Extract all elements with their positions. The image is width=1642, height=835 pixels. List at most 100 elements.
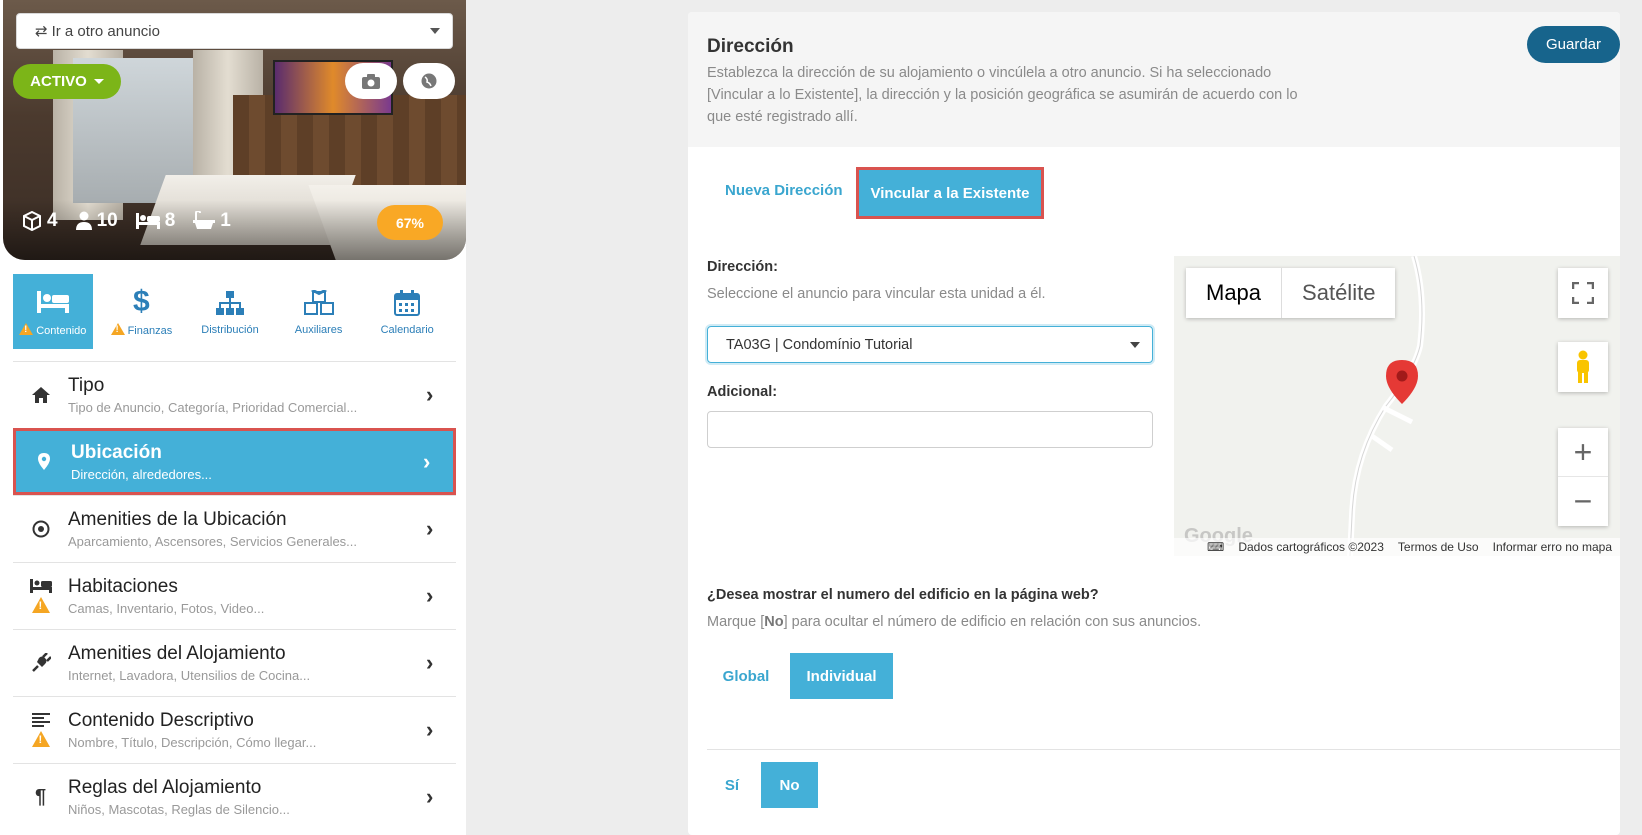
additional-input[interactable] bbox=[707, 411, 1153, 448]
user-icon bbox=[75, 211, 92, 230]
bed-icon bbox=[36, 291, 69, 313]
tab-finanzas[interactable]: $ Finanzas bbox=[102, 274, 182, 349]
menu-item-subtitle: Internet, Lavadora, Utensilios de Cocina… bbox=[68, 668, 311, 683]
address-label: Dirección: bbox=[707, 259, 778, 275]
menu-item-title: Habitaciones bbox=[68, 576, 178, 597]
menu-item-title: Amenities del Alojamiento bbox=[68, 643, 286, 664]
paragraph-icon: ¶ bbox=[34, 785, 47, 808]
chevron-right-icon: › bbox=[426, 784, 434, 809]
menu-item-amenities-ubicacion[interactable]: Amenities de la Ubicación Aparcamiento, A… bbox=[13, 495, 456, 562]
bed-icon bbox=[135, 213, 160, 229]
baths-count: 1 bbox=[220, 210, 231, 231]
divider bbox=[707, 749, 1620, 750]
menu-item-amenities-alojamiento[interactable]: Amenities del Alojamiento Internet, Lavad… bbox=[13, 629, 456, 696]
building-number-hint: Marque [No] para ocultar el número de ed… bbox=[707, 614, 1201, 630]
tab-auxiliares-label: Auxiliares bbox=[294, 324, 343, 336]
chevron-right-icon: › bbox=[426, 650, 434, 675]
menu-item-title: Reglas del Alojamiento bbox=[68, 777, 262, 798]
menu-item-title: Ubicación bbox=[71, 441, 162, 463]
map-attribution: Dados cartográficos ©2023 bbox=[1238, 540, 1384, 554]
zoom-control: + − bbox=[1558, 428, 1608, 526]
tab-auxiliares[interactable]: Auxiliares bbox=[279, 274, 359, 349]
globe-button[interactable] bbox=[403, 63, 455, 99]
warning-icon bbox=[31, 597, 50, 613]
listing-sidebar: ⇄ Ir a otro anuncio ACTIVO 4 10 8 1 67% bbox=[0, 0, 466, 835]
keyboard-icon[interactable]: ⌨ bbox=[1207, 540, 1224, 554]
warning-icon bbox=[31, 731, 50, 747]
menu-item-reglas[interactable]: ¶ Reglas del Alojamiento Niños, Mascotas,… bbox=[13, 763, 456, 830]
tab-contenido[interactable]: Contenido bbox=[13, 274, 93, 349]
target-icon bbox=[32, 520, 49, 538]
menu-item-tipo[interactable]: Tipo Tipo de Anuncio, Categoría, Priorida… bbox=[13, 361, 456, 428]
baths-stat: 1 bbox=[193, 210, 231, 232]
map-type-control: Mapa Satélite bbox=[1186, 268, 1396, 318]
scope-individual-button[interactable]: Individual bbox=[790, 653, 893, 699]
tab-new-address[interactable]: Nueva Dirección bbox=[725, 182, 843, 199]
menu-item-subtitle: Niños, Mascotas, Reglas de Silencio... bbox=[68, 802, 290, 817]
sitemap-icon bbox=[215, 291, 244, 315]
menu-item-subtitle: Nombre, Título, Descripción, Cómo llegar… bbox=[68, 735, 317, 750]
map-type-map[interactable]: Mapa bbox=[1186, 268, 1281, 318]
menu-item-subtitle: Camas, Inventario, Fotos, Video... bbox=[68, 601, 265, 616]
hint-no: No bbox=[764, 614, 784, 630]
exchange-icon: ⇄ bbox=[35, 23, 48, 40]
tab-calendario[interactable]: Calendario bbox=[367, 274, 447, 349]
completion-badge: 67% bbox=[377, 205, 443, 240]
beds-count: 8 bbox=[164, 210, 176, 231]
chevron-right-icon: › bbox=[426, 717, 434, 742]
bed-icon bbox=[29, 579, 52, 593]
pegman-icon bbox=[1577, 350, 1589, 383]
tab-link-existing[interactable]: Vincular a la Existente bbox=[856, 167, 1044, 219]
zoom-out-button[interactable]: − bbox=[1558, 477, 1608, 526]
warning-icon bbox=[110, 323, 125, 335]
cubes-icon bbox=[303, 290, 334, 315]
street-view-button[interactable] bbox=[1558, 342, 1608, 392]
camera-icon bbox=[362, 73, 380, 89]
additional-label: Adicional: bbox=[707, 384, 778, 400]
hint-text: Marque [ bbox=[707, 614, 765, 630]
hint-text: ] para ocultar el número de edificio en … bbox=[783, 614, 1202, 630]
caret-down-icon bbox=[93, 79, 104, 84]
beds-stat: 8 bbox=[135, 210, 176, 232]
status-label: ACTIVO bbox=[30, 73, 87, 90]
menu-item-contenido-descriptivo[interactable]: Contenido Descriptivo Nombre, Título, Des… bbox=[13, 696, 456, 763]
page-title: Dirección bbox=[707, 36, 794, 57]
chevron-right-icon: › bbox=[426, 583, 434, 608]
zoom-in-button[interactable]: + bbox=[1558, 428, 1608, 477]
address-panel: Dirección Establezca la dirección de su … bbox=[688, 12, 1620, 835]
bath-icon bbox=[193, 211, 216, 229]
menu-item-title: Contenido Descriptivo bbox=[68, 710, 254, 731]
show-number-yes-button[interactable]: Sí bbox=[707, 762, 757, 808]
guests-count: 10 bbox=[96, 210, 118, 231]
menu-item-ubicacion[interactable]: Ubicación Dirección, alrededores... › bbox=[13, 428, 456, 495]
show-number-no-button[interactable]: No bbox=[761, 762, 818, 808]
fullscreen-button[interactable] bbox=[1558, 268, 1608, 318]
guests-stat: 10 bbox=[75, 210, 118, 232]
goto-listing-select[interactable]: ⇄ Ir a otro anuncio bbox=[16, 13, 453, 49]
map-report-link[interactable]: Informar erro no mapa bbox=[1493, 540, 1612, 554]
scope-global-button[interactable]: Global bbox=[707, 653, 785, 699]
calendar-icon bbox=[394, 290, 421, 316]
menu-item-subtitle: Aparcamiento, Ascensores, Servicios Gene… bbox=[68, 534, 358, 549]
tab-distribucion[interactable]: Distribución bbox=[190, 274, 270, 349]
photos-button[interactable] bbox=[345, 63, 397, 99]
status-dropdown[interactable]: ACTIVO bbox=[13, 64, 121, 99]
linked-listing-value: TA03G | Condomínio Tutorial bbox=[726, 336, 913, 353]
map-marker-icon bbox=[1386, 360, 1418, 404]
tab-calendario-label: Calendario bbox=[380, 324, 434, 336]
caret-down-icon bbox=[430, 28, 440, 34]
map-terms-link[interactable]: Termos de Uso bbox=[1398, 540, 1479, 554]
chevron-right-icon: › bbox=[426, 382, 434, 407]
units-count: 4 bbox=[47, 210, 58, 231]
location-map[interactable]: Mapa Satélite + − Google ⌨ Dados cartogr… bbox=[1174, 256, 1620, 556]
listing-stats: 4 10 8 1 bbox=[22, 210, 231, 232]
section-menu: Tipo Tipo de Anuncio, Categoría, Priorida… bbox=[13, 361, 456, 830]
dollar-icon: $ bbox=[133, 285, 150, 318]
menu-item-title: Amenities de la Ubicación bbox=[68, 509, 287, 530]
panel-header: Dirección Establezca la dirección de su … bbox=[688, 12, 1620, 147]
save-button[interactable]: Guardar bbox=[1527, 26, 1620, 63]
linked-listing-select[interactable]: TA03G | Condomínio Tutorial bbox=[707, 326, 1153, 363]
menu-item-habitaciones[interactable]: Habitaciones Camas, Inventario, Fotos, Vi… bbox=[13, 562, 456, 629]
home-icon bbox=[31, 387, 50, 403]
map-type-satellite[interactable]: Satélite bbox=[1281, 268, 1395, 318]
